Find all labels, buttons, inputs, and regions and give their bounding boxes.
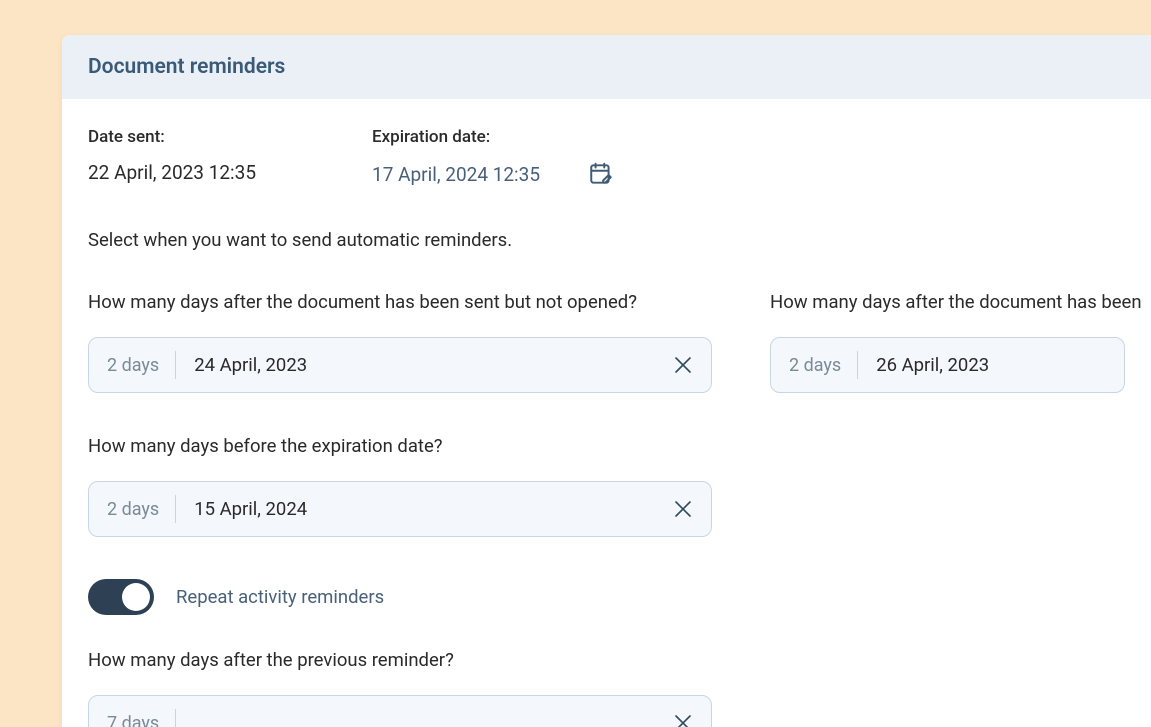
calendar-edit-icon[interactable] xyxy=(588,161,614,187)
before-exp-question: How many days before the expiration date… xyxy=(88,435,712,457)
not-opened-question: How many days after the document has bee… xyxy=(88,291,712,313)
divider xyxy=(175,709,176,727)
expiration-date-block: Expiration date: 17 April, 2024 12:35 xyxy=(372,127,614,187)
left-column: How many days after the document has bee… xyxy=(88,291,712,727)
date-sent-label: Date sent: xyxy=(88,127,256,147)
has-been-date: 26 April, 2023 xyxy=(876,354,1108,376)
reminder-columns: How many days after the document has bee… xyxy=(88,291,1125,727)
has-been-input[interactable]: 2 days 26 April, 2023 xyxy=(770,337,1125,393)
close-icon[interactable] xyxy=(671,711,695,727)
repeat-question: How many days after the previous reminde… xyxy=(88,649,712,671)
date-sent-block: Date sent: 22 April, 2023 12:35 xyxy=(88,127,256,187)
expiration-date-value: 17 April, 2024 12:35 xyxy=(372,163,540,186)
instruction-text: Select when you want to send automatic r… xyxy=(88,229,1125,251)
has-been-group: How many days after the document has bee… xyxy=(770,291,1125,393)
has-been-days: 2 days xyxy=(789,355,857,376)
repeat-toggle-row: Repeat activity reminders xyxy=(88,579,712,615)
panel-header: Document reminders xyxy=(62,35,1151,99)
date-sent-value: 22 April, 2023 12:35 xyxy=(88,161,256,184)
divider xyxy=(175,351,176,379)
not-opened-date: 24 April, 2023 xyxy=(194,354,671,376)
before-exp-date: 15 April, 2024 xyxy=(194,498,671,520)
before-exp-group: How many days before the expiration date… xyxy=(88,435,712,537)
repeat-toggle[interactable] xyxy=(88,579,154,615)
panel-body: Date sent: 22 April, 2023 12:35 Expirati… xyxy=(62,99,1151,727)
before-exp-days: 2 days xyxy=(107,499,175,520)
not-opened-input[interactable]: 2 days 24 April, 2023 xyxy=(88,337,712,393)
toggle-knob xyxy=(122,583,150,611)
divider xyxy=(175,495,176,523)
right-column: How many days after the document has bee… xyxy=(770,291,1125,727)
repeat-days: 7 days xyxy=(107,713,175,727)
before-exp-input[interactable]: 2 days 15 April, 2024 xyxy=(88,481,712,537)
not-opened-group: How many days after the document has bee… xyxy=(88,291,712,393)
close-icon[interactable] xyxy=(671,353,695,377)
has-been-question: How many days after the document has bee… xyxy=(770,291,1125,313)
not-opened-days: 2 days xyxy=(107,355,175,376)
document-reminders-panel: Document reminders Date sent: 22 April, … xyxy=(62,35,1151,727)
date-row: Date sent: 22 April, 2023 12:35 Expirati… xyxy=(88,127,1125,187)
repeat-input[interactable]: 7 days xyxy=(88,695,712,727)
repeat-toggle-label: Repeat activity reminders xyxy=(176,586,384,608)
repeat-group: How many days after the previous reminde… xyxy=(88,649,712,727)
panel-title: Document reminders xyxy=(88,55,1125,79)
expiration-date-label: Expiration date: xyxy=(372,127,614,147)
divider xyxy=(857,351,858,379)
close-icon[interactable] xyxy=(671,497,695,521)
